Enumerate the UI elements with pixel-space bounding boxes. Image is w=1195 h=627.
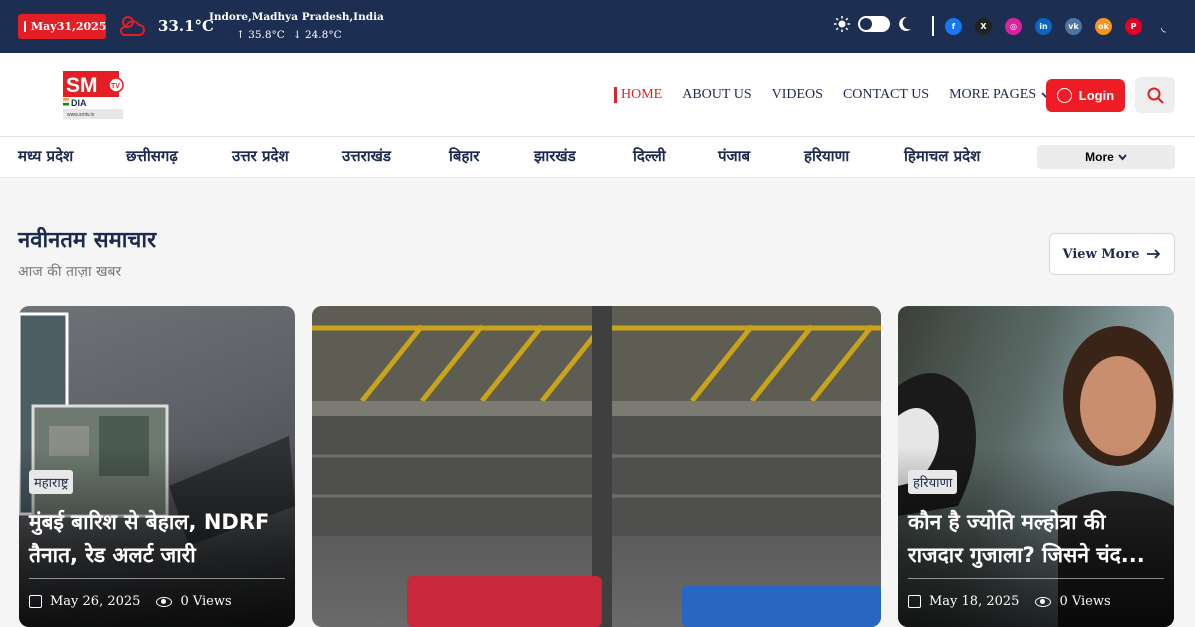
temperature: 33.1°C — [158, 17, 214, 35]
nav-more-pages-label: MORE PAGES — [949, 87, 1037, 102]
weather-location: Indore,Madhya Pradesh,India — [209, 11, 384, 23]
logo-tv: TV — [111, 83, 120, 90]
news-image — [312, 306, 881, 627]
category-link[interactable]: हरियाणा — [804, 146, 849, 166]
facebook-icon[interactable]: f — [945, 18, 962, 35]
login-label: Login — [1078, 88, 1115, 103]
card-meta: May 26, 2025 0 Views — [29, 594, 232, 609]
divider — [932, 16, 934, 36]
calendar-icon — [908, 595, 921, 608]
linkedin-icon[interactable]: in — [1035, 18, 1052, 35]
temperature-high: ↑ 35.8°C — [236, 29, 285, 41]
odnoklassniki-icon[interactable]: ok — [1095, 18, 1112, 35]
view-count: 0 Views — [180, 594, 232, 609]
logo-text: SM — [66, 74, 98, 97]
weather-cloud-sun-icon — [119, 16, 145, 36]
user-icon — [1056, 88, 1072, 103]
news-headline[interactable]: कौन है ज्योति मल्होत्रा की राजदार गुजाला… — [908, 506, 1166, 572]
nav-contact-us[interactable]: CONTACT US — [843, 87, 929, 103]
card-meta: May 18, 2025 0 Views — [908, 594, 1111, 609]
category-link[interactable]: मध्य प्रदेश — [18, 146, 73, 166]
date-badge: May31,2025 — [18, 14, 106, 39]
category-link[interactable]: बिहार — [449, 146, 479, 166]
category-tag[interactable]: हरियाणा — [908, 470, 958, 494]
nav-about-us[interactable]: ABOUT US — [682, 87, 751, 103]
category-link[interactable]: झारखंड — [534, 146, 576, 166]
eye-icon — [156, 596, 173, 607]
category-link[interactable]: पंजाब — [718, 146, 750, 166]
featured-news-card[interactable] — [312, 306, 881, 627]
pinterest-icon[interactable]: P — [1125, 18, 1142, 35]
category-link[interactable]: हिमाचल प्रदेश — [904, 146, 980, 166]
theme-toggle[interactable] — [858, 16, 890, 32]
category-link[interactable]: दिल्ली — [633, 146, 666, 166]
eye-icon — [1035, 596, 1052, 607]
temperature-range: ↑ 35.8°C ↓ 24.8°C — [236, 29, 342, 41]
arrow-right-icon — [1147, 249, 1161, 259]
nav-home[interactable]: HOME — [614, 87, 662, 103]
news-card[interactable]: महाराष्ट्र मुंबई बारिश से बेहाल, NDRF तै… — [19, 306, 295, 627]
more-label: More — [1085, 150, 1114, 164]
news-headline[interactable]: मुंबई बारिश से बेहाल, NDRF तैनात, रेड अल… — [29, 506, 287, 572]
rss-icon[interactable]: ◟ — [1155, 18, 1172, 35]
publish-date: May 18, 2025 — [929, 594, 1020, 609]
login-button[interactable]: Login — [1046, 79, 1125, 112]
moon-icon[interactable] — [898, 16, 912, 32]
logo-subtext: DIA — [71, 98, 87, 108]
publish-date: May 26, 2025 — [50, 594, 141, 609]
view-more-button[interactable]: View More — [1049, 233, 1175, 275]
temperature-low: ↓ 24.8°C — [292, 29, 342, 41]
category-bar: मध्य प्रदेश छत्तीसगढ़ उत्तर प्रदेश उत्तर… — [0, 137, 1195, 178]
x-icon[interactable]: X — [975, 18, 992, 35]
current-date: May31,2025 — [31, 20, 107, 33]
section-subtitle: आज की ताज़ा खबर — [18, 264, 122, 280]
card-divider — [29, 578, 285, 579]
card-divider — [908, 578, 1164, 579]
nav-more-pages[interactable]: MORE PAGES — [949, 87, 1051, 103]
section-title: नवीनतम समाचार — [18, 228, 157, 253]
theme-switcher — [834, 16, 912, 32]
search-icon — [1147, 87, 1164, 104]
instagram-icon[interactable]: ◎ — [1005, 18, 1022, 35]
calendar-icon — [29, 595, 42, 608]
calendar-icon — [24, 21, 26, 32]
main-nav: HOME ABOUT US VIDEOS CONTACT US MORE PAG… — [614, 87, 1051, 103]
nav-videos[interactable]: VIDEOS — [772, 87, 823, 103]
category-tag[interactable]: महाराष्ट्र — [29, 470, 74, 494]
category-link[interactable]: उत्तर प्रदेश — [232, 146, 289, 166]
sun-icon[interactable] — [834, 16, 850, 32]
logo-url: www.smtv.in — [67, 112, 95, 118]
category-link[interactable]: उत्तराखंड — [342, 146, 391, 166]
category-link[interactable]: छत्तीसगढ़ — [126, 146, 178, 166]
more-categories-button[interactable]: More — [1037, 145, 1175, 169]
site-header: SM TV DIA www.smtv.in HOME ABOUT US VIDE… — [0, 53, 1195, 137]
search-button[interactable] — [1135, 77, 1175, 113]
view-count: 0 Views — [1059, 594, 1111, 609]
top-bar: May31,2025 33.1°C Indore,Madhya Pradesh,… — [0, 0, 1195, 53]
news-card[interactable]: हरियाणा कौन है ज्योति मल्होत्रा की राजदा… — [898, 306, 1174, 627]
social-links: f X ◎ in vk ok P ◟ — [945, 18, 1172, 35]
site-logo[interactable]: SM TV DIA www.smtv.in — [62, 69, 124, 121]
view-more-label: View More — [1062, 246, 1140, 262]
chevron-down-icon — [1118, 153, 1127, 161]
vk-icon[interactable]: vk — [1065, 18, 1082, 35]
